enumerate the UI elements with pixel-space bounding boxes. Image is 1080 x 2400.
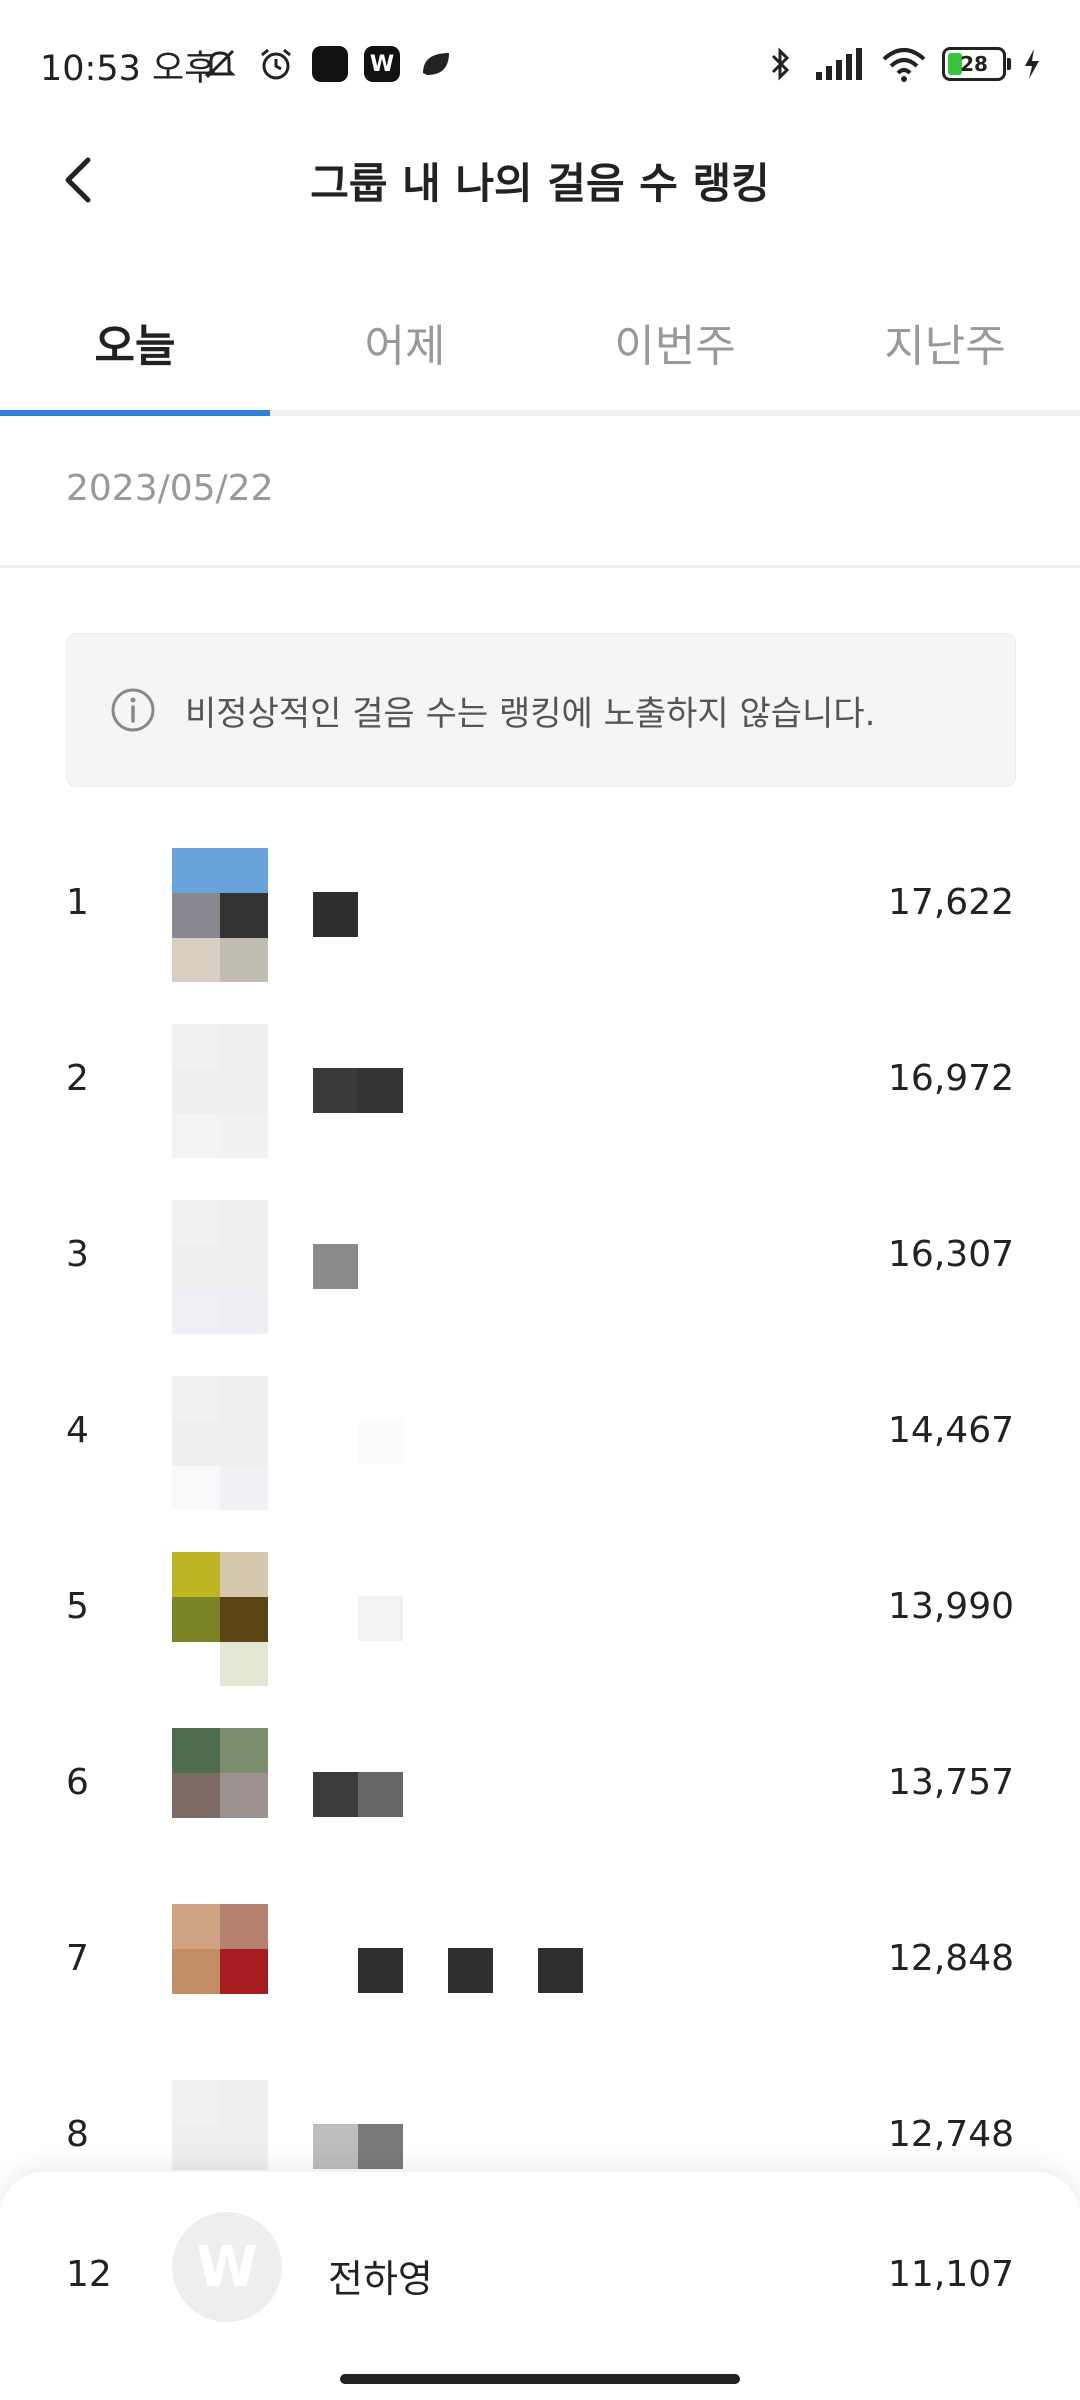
rank-number: 3 (66, 1234, 89, 1275)
signal-icon (814, 44, 866, 84)
avatar (172, 1728, 268, 1862)
ranking-date: 2023/05/22 (66, 468, 274, 509)
my-rank-number: 12 (66, 2254, 112, 2295)
header: 그룹 내 나의 걸음 수 랭킹 (0, 110, 1080, 250)
my-step-count: 11,107 (888, 2254, 1014, 2295)
avatar-letter: W (196, 2234, 258, 2300)
status-time: 10:53 오후 (40, 49, 217, 89)
ranking-row[interactable]: 4 14,467 (0, 1348, 1080, 1524)
tab-yesterday[interactable]: 어제 (270, 260, 540, 410)
home-indicator[interactable] (340, 2374, 740, 2384)
avatar (172, 1200, 268, 1334)
info-icon (111, 688, 155, 732)
app-w-icon: W (364, 46, 400, 82)
user-name-redacted (313, 1244, 358, 1289)
step-count: 16,307 (888, 1234, 1014, 1275)
app-black-square-icon (312, 46, 348, 82)
ranking-row[interactable]: 7 12,848 (0, 1876, 1080, 2052)
ranking-row[interactable]: 3 16,307 (0, 1172, 1080, 1348)
step-count: 16,972 (888, 1058, 1014, 1099)
avatar: W (172, 2212, 282, 2322)
ranking-row[interactable]: 1 17,622 (0, 820, 1080, 996)
step-count: 13,990 (888, 1586, 1014, 1627)
step-count: 14,467 (888, 1410, 1014, 1451)
step-count: 12,848 (888, 1938, 1014, 1979)
tab-this-week[interactable]: 이번주 (540, 260, 810, 410)
ranking-list: 1 17,622 2 16,972 3 16,307 4 14,467 5 13… (0, 820, 1080, 2228)
tab-last-week[interactable]: 지난주 (810, 260, 1080, 410)
user-name-redacted (313, 1596, 403, 1641)
divider (0, 565, 1080, 568)
rank-number: 5 (66, 1586, 89, 1627)
notice-box: 비정상적인 걸음 수는 랭킹에 노출하지 않습니다. (66, 633, 1016, 787)
bluetooth-icon (760, 44, 800, 84)
mute-icon (200, 44, 240, 84)
rank-number: 6 (66, 1762, 89, 1803)
status-bar: 10:53 오후 W 28 (0, 0, 1080, 110)
rank-number: 4 (66, 1410, 89, 1451)
step-count: 12,748 (888, 2114, 1014, 2155)
alarm-icon (256, 44, 296, 84)
user-name-redacted (313, 1772, 403, 1817)
avatar (172, 1376, 268, 1510)
step-count: 17,622 (888, 882, 1014, 923)
rank-number: 1 (66, 882, 89, 923)
rank-number: 7 (66, 1938, 89, 1979)
battery-level: 28 (960, 52, 988, 76)
page-title: 그룹 내 나의 걸음 수 랭킹 (310, 159, 770, 208)
battery-icon: 28 (942, 47, 1011, 81)
user-name-redacted (313, 2124, 403, 2169)
ranking-row[interactable]: 6 13,757 (0, 1700, 1080, 1876)
status-icons-right: 28 (760, 40, 1044, 88)
my-name: 전하영 (328, 2257, 433, 2301)
ranking-row[interactable]: 5 13,990 (0, 1524, 1080, 1700)
app-leaf-icon (416, 44, 456, 84)
user-name-redacted (313, 1068, 403, 1113)
rank-number: 2 (66, 1058, 89, 1099)
avatar (172, 1904, 268, 2038)
user-name-redacted (313, 892, 358, 937)
status-icons-left: W (200, 40, 456, 88)
rank-number: 8 (66, 2114, 89, 2155)
user-name-redacted (313, 1948, 583, 1993)
ranking-row[interactable]: 2 16,972 (0, 996, 1080, 1172)
notice-text: 비정상적인 걸음 수는 랭킹에 노출하지 않습니다. (185, 693, 876, 734)
avatar (172, 848, 268, 982)
step-count: 13,757 (888, 1762, 1014, 1803)
avatar (172, 1024, 268, 1158)
my-rank-bar[interactable]: 12 W 전하영 11,107 (0, 2172, 1080, 2400)
tab-today[interactable]: 오늘 (0, 260, 270, 416)
avatar (172, 1552, 268, 1686)
user-name-redacted (313, 1420, 403, 1465)
charging-icon (1020, 44, 1044, 84)
period-tabs: 오늘 어제 이번주 지난주 (0, 260, 1080, 416)
wifi-icon (880, 44, 928, 84)
